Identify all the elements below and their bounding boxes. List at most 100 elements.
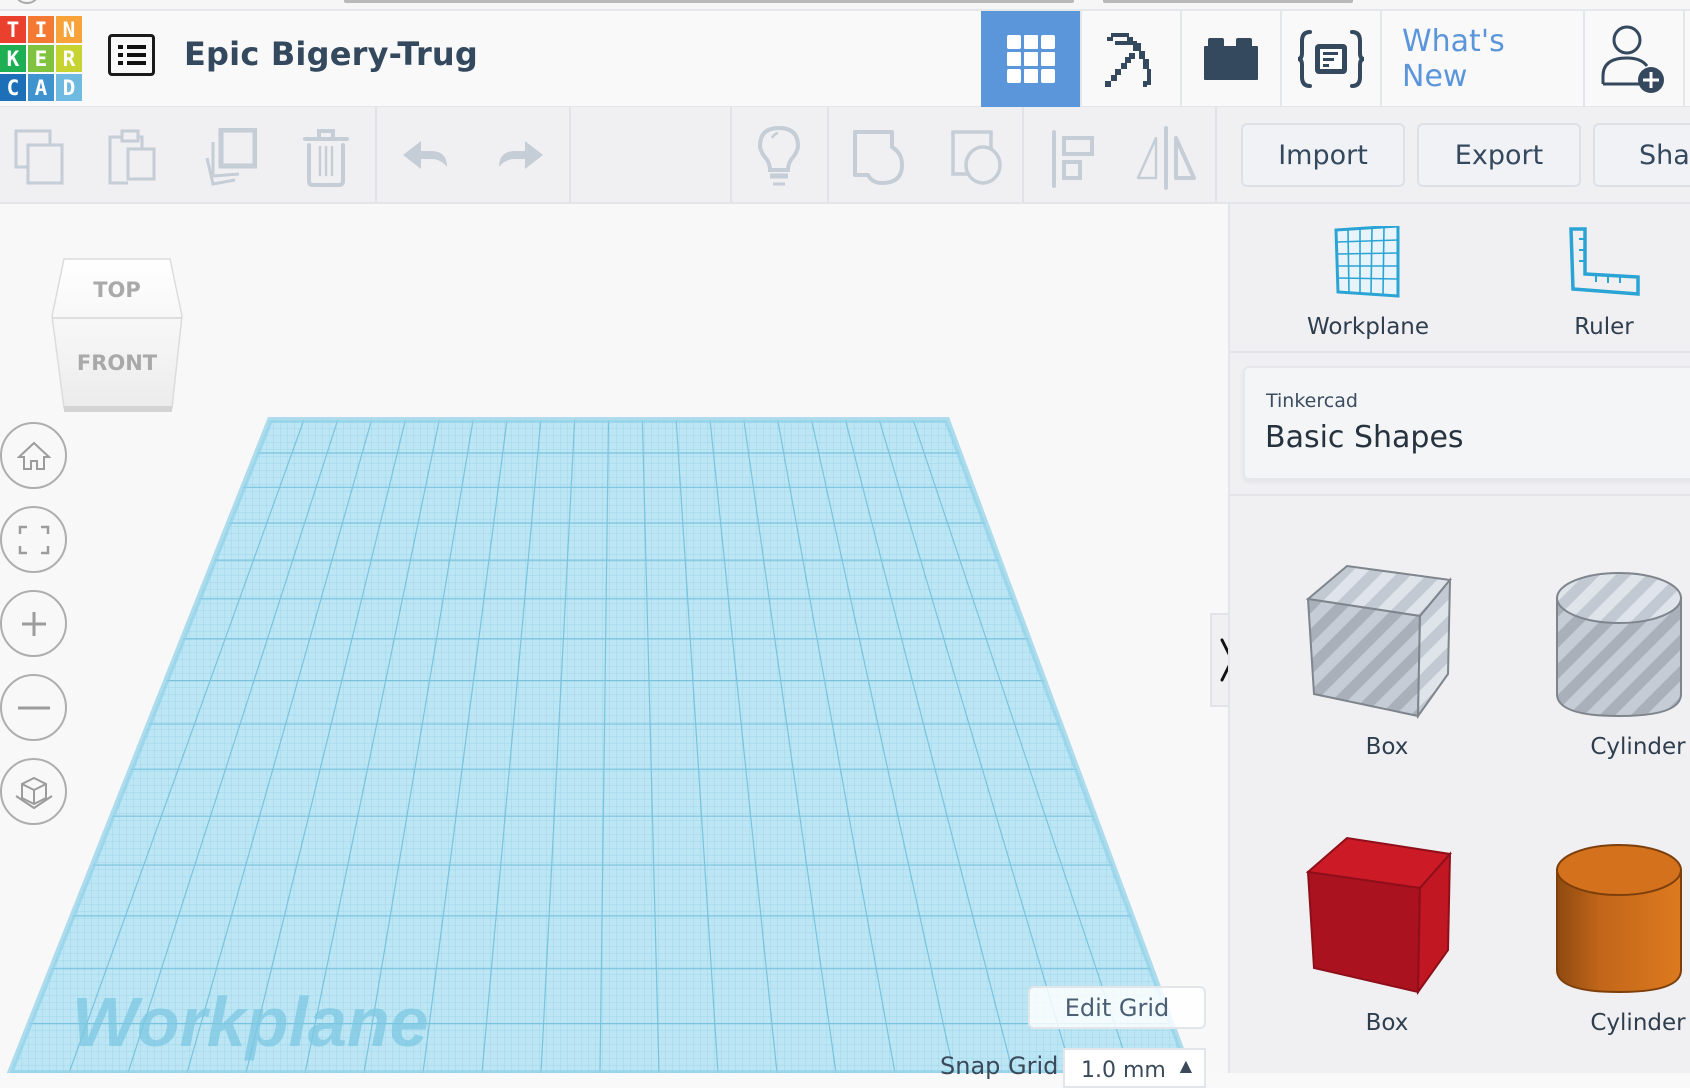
group-button[interactable]	[848, 127, 908, 187]
shape-label: Box	[1365, 1010, 1409, 1036]
browser-icon	[16, 0, 38, 4]
codeblocks-icon	[1298, 30, 1364, 88]
copy-icon	[14, 129, 64, 185]
cylinder-hole-icon	[1556, 572, 1682, 718]
snap-grid-label: Snap Grid	[940, 1052, 1059, 1080]
browser-tab[interactable]	[1103, 0, 1353, 3]
add-user-icon	[1601, 25, 1664, 93]
tinkercad-logo[interactable]: T I N K E R C A D	[0, 16, 82, 102]
logo-letter: I	[28, 16, 54, 43]
snap-grid-value: 1.0 mm	[1081, 1058, 1166, 1083]
delete-button[interactable]	[296, 127, 356, 187]
workplane-tool[interactable]: Workplane	[1288, 224, 1448, 340]
view-cube-front-face[interactable]: FRONT	[50, 351, 184, 375]
plus-icon	[21, 611, 46, 636]
top-bar: T I N K E R C A D Epic Bigery-Trug What'…	[0, 11, 1690, 107]
blocks-view-button[interactable]	[1080, 11, 1180, 107]
zoom-in-button[interactable]	[0, 590, 67, 657]
group-icon	[853, 130, 904, 185]
ungroup-button[interactable]	[947, 127, 1007, 187]
toolbar-divider	[569, 107, 571, 202]
home-icon	[16, 441, 51, 470]
user-avatar[interactable]	[1683, 11, 1690, 107]
duplicate-button[interactable]	[200, 127, 260, 187]
ruler-tool-label: Ruler	[1574, 314, 1634, 340]
import-button[interactable]: Import	[1241, 123, 1405, 187]
logo-letter: A	[28, 74, 54, 101]
shape-library-selector[interactable]: Tinkercad Basic Shapes	[1243, 366, 1690, 480]
workplane-grid[interactable]: Workplane	[0, 204, 1228, 1073]
redo-icon	[499, 141, 543, 169]
library-name: Basic Shapes	[1265, 420, 1464, 455]
edit-toolbar: Import Export Share	[0, 107, 1690, 204]
align-icon	[1052, 130, 1094, 188]
toolbar-divider	[730, 107, 732, 202]
home-view-button[interactable]	[0, 422, 67, 489]
3d-viewport[interactable]: Workplane TOP FRONT	[0, 204, 1228, 1073]
snap-grid-select[interactable]: 1.0 mm ▲	[1063, 1048, 1206, 1088]
logo-letter: D	[56, 74, 82, 101]
ruler-tool[interactable]: Ruler	[1524, 224, 1684, 340]
edit-grid-button[interactable]: Edit Grid	[1028, 986, 1206, 1029]
workplane-tool-label: Workplane	[1306, 314, 1430, 340]
browser-tab[interactable]	[344, 0, 1074, 3]
undo-icon	[403, 141, 447, 169]
mirror-button[interactable]	[1136, 126, 1196, 190]
shape-box-hole[interactable]: Box	[1302, 544, 1472, 774]
view-cube-top-face[interactable]: TOP	[50, 278, 184, 302]
whats-new-button[interactable]: What's New	[1380, 11, 1583, 107]
logo-letter: K	[0, 45, 26, 72]
shape-box[interactable]: Box	[1302, 820, 1472, 1050]
3d-design-view-button[interactable]	[981, 11, 1080, 107]
invite-user-button[interactable]	[1583, 11, 1683, 107]
shape-label: Box	[1365, 734, 1409, 760]
ruler-icon	[1569, 227, 1640, 296]
logo-letter: T	[0, 16, 26, 43]
fit-view-icon	[18, 525, 49, 554]
logo-letter: R	[56, 45, 82, 72]
brick-icon	[1204, 38, 1258, 80]
perspective-cube-icon	[14, 776, 53, 809]
shape-cylinder-hole[interactable]: Cylinder	[1553, 544, 1690, 774]
view-cube[interactable]: TOP FRONT	[50, 256, 184, 416]
redo-button[interactable]	[490, 127, 550, 187]
shape-label: Cylinder	[1590, 734, 1686, 760]
box-hole-icon	[1305, 564, 1452, 720]
minus-icon	[17, 706, 50, 709]
library-source: Tinkercad	[1266, 390, 1358, 412]
design-list-button[interactable]	[108, 34, 155, 76]
paste-button[interactable]	[102, 127, 162, 187]
workplane-watermark: Workplane	[72, 983, 429, 1061]
duplicate-icon	[205, 128, 257, 186]
undo-button[interactable]	[396, 127, 456, 187]
lightbulb-icon	[758, 126, 800, 186]
panel-divider	[1230, 494, 1690, 496]
align-button[interactable]	[1043, 127, 1103, 188]
trash-icon	[303, 129, 349, 187]
panel-divider	[1230, 351, 1690, 353]
toolbar-divider	[375, 107, 377, 202]
export-button[interactable]: Export	[1417, 123, 1581, 187]
copy-button[interactable]	[9, 127, 69, 187]
fit-all-button[interactable]	[0, 506, 67, 573]
toolbar-divider	[827, 107, 829, 202]
shape-cylinder[interactable]: Cylinder	[1553, 820, 1690, 1050]
toolbar-divider	[1215, 107, 1217, 202]
ungroup-icon	[951, 130, 1002, 185]
mirror-icon	[1136, 126, 1196, 190]
logo-letter: N	[56, 16, 82, 43]
whats-new-label: What's New	[1402, 24, 1505, 94]
select-arrows-icon: ▲	[1179, 1056, 1192, 1075]
paste-icon	[108, 129, 156, 185]
codeblocks-view-button[interactable]	[1280, 11, 1380, 107]
share-button[interactable]: Share	[1593, 123, 1690, 187]
notes-button[interactable]	[749, 126, 809, 187]
bricks-view-button[interactable]	[1180, 11, 1280, 107]
project-title[interactable]: Epic Bigery-Trug	[184, 35, 478, 73]
pickaxe-icon	[1105, 33, 1151, 87]
logo-letter: C	[0, 74, 26, 101]
zoom-out-button[interactable]	[0, 674, 67, 741]
shape-label: Cylinder	[1590, 1010, 1686, 1036]
ortho-toggle-button[interactable]	[0, 758, 67, 825]
logo-letter: E	[28, 45, 54, 72]
